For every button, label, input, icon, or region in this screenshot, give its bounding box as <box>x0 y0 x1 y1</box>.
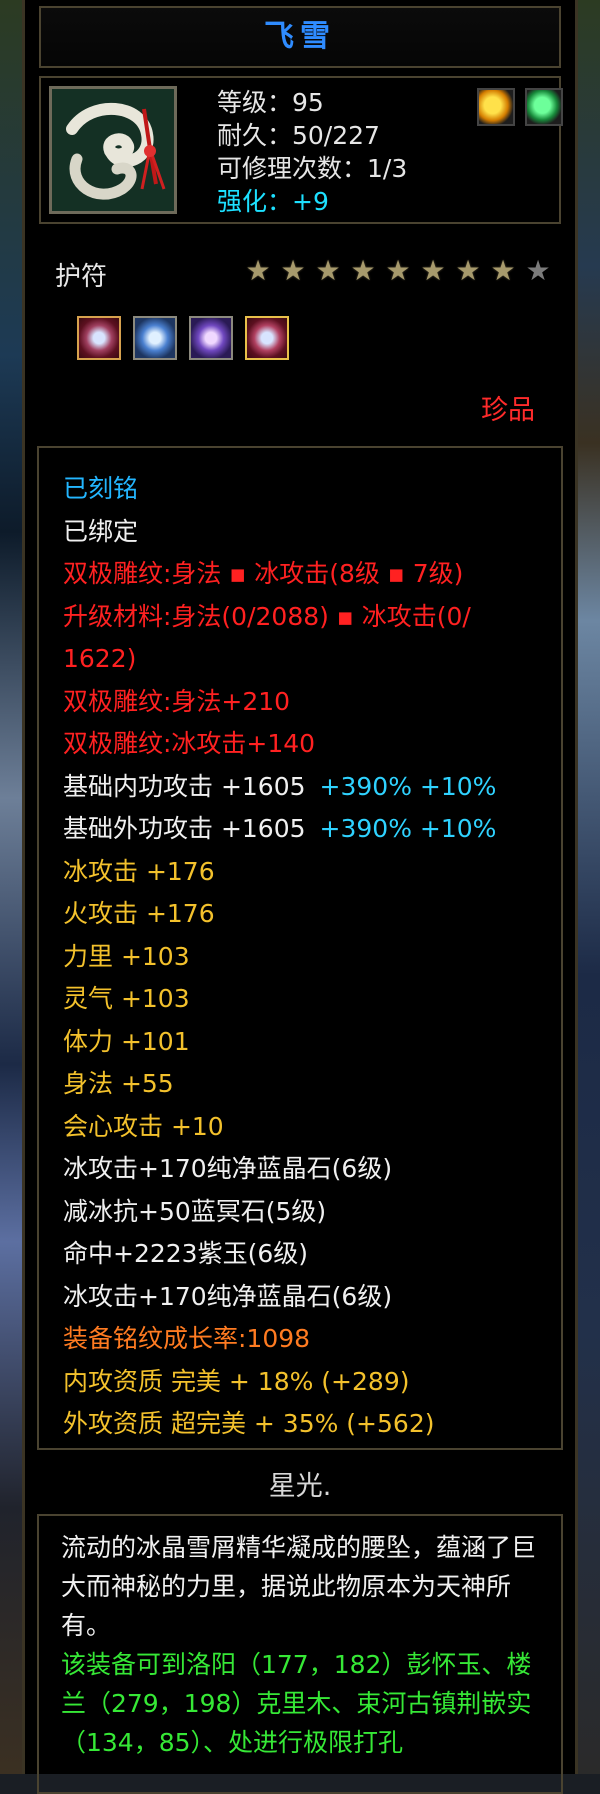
star-filled-icon: ★ <box>490 254 516 287</box>
star-filled-icon: ★ <box>315 254 341 287</box>
item-lore: 流动的冰晶雪屑精华凝成的腰坠，蕴涵了巨大而神秘的力里，据说此物原本为天神所有。 <box>61 1533 537 1640</box>
attribute-text: 减冰抗+50蓝冥石(5级) <box>63 1196 327 1226</box>
attribute-text: 基础外功攻击 +1605 <box>63 814 306 843</box>
star-filled-icon: ★ <box>385 254 411 287</box>
attribute-text: 双极雕纹:身法+210 <box>63 686 291 716</box>
attribute-text: 双极雕纹:冰攻击+140 <box>63 729 316 758</box>
attribute-line: 双极雕纹:身法 ▪ 冰攻击(8级 ▪ 7级) <box>63 553 553 596</box>
crafter-signature: 星光. <box>268 1471 332 1502</box>
star-filled-icon: ★ <box>280 254 306 287</box>
attribute-text: 会心攻击 +10 <box>63 1111 224 1141</box>
attribute-text: 升级材料:身法(0/2088) ▪ 冰攻击(0/ <box>63 601 471 631</box>
attribute-line: 基础外功攻击 +1605 +390% +10% <box>63 808 553 851</box>
attribute-line: 冰攻击+170纯净蓝晶石(6级) <box>63 1276 553 1319</box>
red-crystal-gem-icon[interactable] <box>245 316 289 360</box>
attribute-line: 灵气 +103 <box>63 978 553 1021</box>
star-filled-icon: ★ <box>420 254 446 287</box>
attribute-line: 内攻资质 完美 + 18% (+289) <box>63 1361 553 1404</box>
green-attribute-badge-icon <box>525 88 563 126</box>
attribute-text: 身法 +55 <box>63 1069 174 1098</box>
item-enhance: 强化：+9 <box>217 187 329 216</box>
star-empty-icon: ★ <box>525 254 551 287</box>
star-filled-icon: ★ <box>455 254 481 287</box>
item-type: 护符 <box>55 262 108 292</box>
star-filled-icon: ★ <box>350 254 376 287</box>
attribute-text: 已刻铭 <box>63 474 139 503</box>
description-box: 流动的冰晶雪屑精华凝成的腰坠，蕴涵了巨大而神秘的力里，据说此物原本为天神所有。 … <box>37 1514 563 1794</box>
attribute-line: 基础内功攻击 +1605 +390% +10% <box>63 766 553 809</box>
attribute-text: 体力 +101 <box>63 1026 190 1056</box>
attribute-line: 冰攻击 +176 <box>63 851 553 894</box>
attribute-line: 会心攻击 +10 <box>63 1106 553 1149</box>
attribute-bonus-percent: +390% +10% <box>319 814 497 843</box>
attribute-box: 已刻铭已绑定双极雕纹:身法 ▪ 冰攻击(8级 ▪ 7级) 升级材料:身法(0/20… <box>37 446 563 1450</box>
attribute-line: 减冰抗+50蓝冥石(5级) <box>63 1191 553 1234</box>
item-durability: 耐久：50/227 <box>217 121 380 150</box>
attribute-list: 已刻铭已绑定双极雕纹:身法 ▪ 冰攻击(8级 ▪ 7级) 升级材料:身法(0/20… <box>63 468 553 1446</box>
attribute-text: 基础内功攻击 +1605 <box>63 771 306 801</box>
game-background-right <box>576 0 600 1774</box>
item-info-box: 等级：95 耐久：50/227 可修理次数：1/3 强化：+9 <box>39 76 563 224</box>
attribute-line: 升级材料:身法(0/2088) ▪ 冰攻击(0/ <box>63 596 553 639</box>
item-repairs: 可修理次数：1/3 <box>217 154 408 183</box>
attribute-line: 火攻击 +176 <box>63 893 553 936</box>
attribute-line: 体力 +101 <box>63 1021 553 1064</box>
socket-gems <box>77 316 289 360</box>
attribute-line: 冰攻击+170纯净蓝晶石(6级) <box>63 1148 553 1191</box>
red-crystal-gem-icon[interactable] <box>77 316 121 360</box>
attribute-text: 冰攻击+170纯净蓝晶石(6级) <box>63 1154 393 1183</box>
attribute-text: 火攻击 +176 <box>63 899 215 928</box>
attribute-text: 力里 +103 <box>63 941 190 971</box>
socket-hint: 该装备可到洛阳（177，182）彭怀玉、楼兰（279，198）克里木、束河古镇荆… <box>61 1650 532 1757</box>
attribute-line: 已刻铭 <box>63 468 553 511</box>
star-filled-icon: ★ <box>245 254 271 287</box>
attribute-text: 命中+2223紫玉(6级) <box>63 1239 308 1268</box>
attribute-text: 装备铭纹成长率:1098 <box>63 1324 311 1353</box>
attribute-text: 灵气 +103 <box>63 984 190 1013</box>
item-stats: 等级：95 耐久：50/227 可修理次数：1/3 强化：+9 <box>217 86 407 218</box>
attribute-bonus-percent: +390% +10% <box>319 771 497 801</box>
attribute-text: 外攻资质 超完美 + 35% (+562) <box>63 1409 435 1438</box>
item-level: 等级：95 <box>217 88 324 117</box>
attribute-text: 双极雕纹:身法 ▪ 冰攻击(8级 ▪ 7级) <box>63 559 464 588</box>
gold-attribute-badge-icon <box>477 88 515 126</box>
amulet-icon <box>49 86 177 214</box>
attribute-line: 命中+2223紫玉(6级) <box>63 1233 553 1276</box>
attribute-text: 内攻资质 完美 + 18% (+289) <box>63 1366 410 1396</box>
purple-crystal-gem-icon[interactable] <box>189 316 233 360</box>
attribute-line: 装备铭纹成长率:1098 <box>63 1318 553 1361</box>
attribute-text: 冰攻击+170纯净蓝晶石(6级) <box>63 1281 393 1311</box>
attribute-line: 已绑定 <box>63 511 553 554</box>
attribute-line: 双极雕纹:身法+210 <box>63 681 553 724</box>
attribute-line: 身法 +55 <box>63 1063 553 1106</box>
attribute-line: 外攻资质 超完美 + 35% (+562) <box>63 1403 553 1446</box>
attribute-text: 已绑定 <box>63 516 139 546</box>
attribute-line: 1622) <box>63 638 553 681</box>
attribute-line: 双极雕纹:冰攻击+140 <box>63 723 553 766</box>
star-rating: ★ ★ ★ ★ ★ ★ ★ ★ ★ <box>243 256 553 286</box>
rarity-label: 珍品 <box>481 395 535 426</box>
item-name: 飞雪 <box>264 19 336 54</box>
attribute-line: 力里 +103 <box>63 936 553 979</box>
item-tooltip-panel: 飞雪 等级：95 耐久：50/227 可修理次数：1/3 强化：+9 护符 ★ ★… <box>22 0 578 1794</box>
blue-crystal-gem-icon[interactable] <box>133 316 177 360</box>
item-title-bar: 飞雪 <box>39 6 561 68</box>
attribute-text: 1622) <box>63 644 137 673</box>
attribute-text: 冰攻击 +176 <box>63 856 215 886</box>
